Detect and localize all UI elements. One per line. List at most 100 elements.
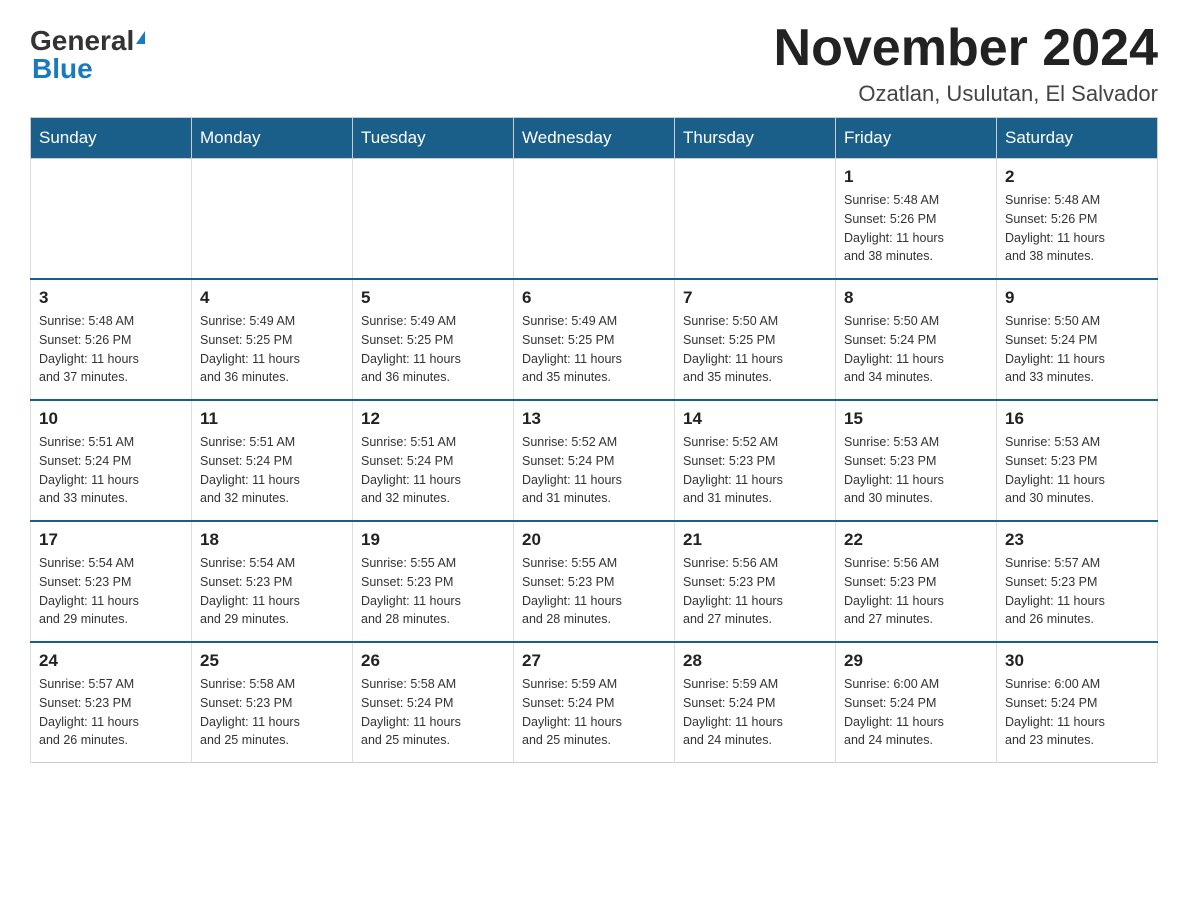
day-info: Sunrise: 5:49 AMSunset: 5:25 PMDaylight:…: [522, 312, 666, 387]
calendar-cell: 21Sunrise: 5:56 AMSunset: 5:23 PMDayligh…: [675, 521, 836, 642]
weekday-header-monday: Monday: [192, 118, 353, 159]
calendar-week-5: 24Sunrise: 5:57 AMSunset: 5:23 PMDayligh…: [31, 642, 1158, 763]
calendar-cell: 10 Sunrise: 5:51 AMSunset: 5:24 PMDayligh…: [31, 400, 192, 521]
calendar-cell: 16Sunrise: 5:53 AMSunset: 5:23 PMDayligh…: [997, 400, 1158, 521]
day-number: 23: [1005, 530, 1149, 550]
calendar-cell: [514, 159, 675, 280]
day-number: 27: [522, 651, 666, 671]
day-info: Sunrise: 5:51 AMSunset: 5:24 PMDaylight:…: [39, 433, 183, 508]
day-number: 2: [1005, 167, 1149, 187]
day-number: 9: [1005, 288, 1149, 308]
calendar-cell: 15Sunrise: 5:53 AMSunset: 5:23 PMDayligh…: [836, 400, 997, 521]
calendar-cell: 7Sunrise: 5:50 AMSunset: 5:25 PMDaylight…: [675, 279, 836, 400]
calendar-header: SundayMondayTuesdayWednesdayThursdayFrid…: [31, 118, 1158, 159]
calendar-cell: 22 Sunrise: 5:56 AMSunset: 5:23 PMDayligh…: [836, 521, 997, 642]
day-info: Sunrise: 5:49 AMSunset: 5:25 PMDaylight:…: [200, 312, 344, 387]
day-info: Sunrise: 5:54 AMSunset: 5:23 PMDaylight:…: [200, 554, 344, 629]
day-info: Sunrise: 5:51 AMSunset: 5:24 PMDaylight:…: [200, 433, 344, 508]
day-number: 14: [683, 409, 827, 429]
day-info: Sunrise: 6:00 AMSunset: 5:24 PMDaylight:…: [844, 675, 988, 750]
day-number: 21: [683, 530, 827, 550]
day-info: Sunrise: 5:52 AMSunset: 5:24 PMDaylight:…: [522, 433, 666, 508]
calendar-cell: 6 Sunrise: 5:49 AMSunset: 5:25 PMDaylight…: [514, 279, 675, 400]
page-header: General Blue November 2024 Ozatlan, Usul…: [30, 20, 1158, 107]
day-number: 30: [1005, 651, 1149, 671]
calendar-cell: [353, 159, 514, 280]
calendar-cell: 20 Sunrise: 5:55 AMSunset: 5:23 PMDayligh…: [514, 521, 675, 642]
calendar-cell: 30 Sunrise: 6:00 AMSunset: 5:24 PMDayligh…: [997, 642, 1158, 763]
calendar-cell: 11 Sunrise: 5:51 AMSunset: 5:24 PMDayligh…: [192, 400, 353, 521]
day-info: Sunrise: 5:55 AMSunset: 5:23 PMDaylight:…: [522, 554, 666, 629]
calendar-cell: 24Sunrise: 5:57 AMSunset: 5:23 PMDayligh…: [31, 642, 192, 763]
weekday-header-friday: Friday: [836, 118, 997, 159]
day-number: 22: [844, 530, 988, 550]
calendar-cell: [31, 159, 192, 280]
calendar-cell: 9Sunrise: 5:50 AMSunset: 5:24 PMDaylight…: [997, 279, 1158, 400]
calendar-cell: 18 Sunrise: 5:54 AMSunset: 5:23 PMDayligh…: [192, 521, 353, 642]
day-number: 28: [683, 651, 827, 671]
day-info: Sunrise: 5:56 AMSunset: 5:23 PMDaylight:…: [844, 554, 988, 629]
calendar-week-4: 17Sunrise: 5:54 AMSunset: 5:23 PMDayligh…: [31, 521, 1158, 642]
calendar-week-2: 3Sunrise: 5:48 AMSunset: 5:26 PMDaylight…: [31, 279, 1158, 400]
day-number: 1: [844, 167, 988, 187]
weekday-header-sunday: Sunday: [31, 118, 192, 159]
calendar-cell: 17Sunrise: 5:54 AMSunset: 5:23 PMDayligh…: [31, 521, 192, 642]
day-number: 8: [844, 288, 988, 308]
calendar-cell: [675, 159, 836, 280]
day-info: Sunrise: 5:50 AMSunset: 5:24 PMDaylight:…: [844, 312, 988, 387]
day-info: Sunrise: 5:57 AMSunset: 5:23 PMDaylight:…: [39, 675, 183, 750]
day-info: Sunrise: 5:59 AMSunset: 5:24 PMDaylight:…: [683, 675, 827, 750]
weekday-header-thursday: Thursday: [675, 118, 836, 159]
day-number: 11: [200, 409, 344, 429]
day-number: 5: [361, 288, 505, 308]
day-number: 25: [200, 651, 344, 671]
calendar-cell: 26 Sunrise: 5:58 AMSunset: 5:24 PMDayligh…: [353, 642, 514, 763]
day-info: Sunrise: 6:00 AMSunset: 5:24 PMDaylight:…: [1005, 675, 1149, 750]
calendar-body: 1 Sunrise: 5:48 AMSunset: 5:26 PMDaylight…: [31, 159, 1158, 763]
calendar-cell: 19Sunrise: 5:55 AMSunset: 5:23 PMDayligh…: [353, 521, 514, 642]
day-number: 18: [200, 530, 344, 550]
weekday-header-wednesday: Wednesday: [514, 118, 675, 159]
day-number: 6: [522, 288, 666, 308]
day-number: 12: [361, 409, 505, 429]
day-number: 4: [200, 288, 344, 308]
calendar-cell: 5 Sunrise: 5:49 AMSunset: 5:25 PMDaylight…: [353, 279, 514, 400]
calendar-cell: 29 Sunrise: 6:00 AMSunset: 5:24 PMDayligh…: [836, 642, 997, 763]
month-title: November 2024: [774, 20, 1158, 77]
day-info: Sunrise: 5:49 AMSunset: 5:25 PMDaylight:…: [361, 312, 505, 387]
calendar-table: SundayMondayTuesdayWednesdayThursdayFrid…: [30, 117, 1158, 763]
calendar-cell: [192, 159, 353, 280]
logo: General Blue: [30, 20, 145, 85]
weekday-header-row: SundayMondayTuesdayWednesdayThursdayFrid…: [31, 118, 1158, 159]
calendar-cell: 3Sunrise: 5:48 AMSunset: 5:26 PMDaylight…: [31, 279, 192, 400]
day-number: 26: [361, 651, 505, 671]
day-info: Sunrise: 5:58 AMSunset: 5:24 PMDaylight:…: [361, 675, 505, 750]
day-number: 20: [522, 530, 666, 550]
calendar-cell: 4 Sunrise: 5:49 AMSunset: 5:25 PMDaylight…: [192, 279, 353, 400]
day-number: 19: [361, 530, 505, 550]
day-number: 7: [683, 288, 827, 308]
day-info: Sunrise: 5:52 AMSunset: 5:23 PMDaylight:…: [683, 433, 827, 508]
calendar-cell: 14 Sunrise: 5:52 AMSunset: 5:23 PMDayligh…: [675, 400, 836, 521]
day-info: Sunrise: 5:57 AMSunset: 5:23 PMDaylight:…: [1005, 554, 1149, 629]
day-info: Sunrise: 5:59 AMSunset: 5:24 PMDaylight:…: [522, 675, 666, 750]
location-title: Ozatlan, Usulutan, El Salvador: [774, 81, 1158, 107]
day-info: Sunrise: 5:51 AMSunset: 5:24 PMDaylight:…: [361, 433, 505, 508]
day-info: Sunrise: 5:48 AMSunset: 5:26 PMDaylight:…: [844, 191, 988, 266]
calendar-cell: 28 Sunrise: 5:59 AMSunset: 5:24 PMDayligh…: [675, 642, 836, 763]
day-number: 16: [1005, 409, 1149, 429]
weekday-header-saturday: Saturday: [997, 118, 1158, 159]
calendar-week-3: 10 Sunrise: 5:51 AMSunset: 5:24 PMDayligh…: [31, 400, 1158, 521]
calendar-cell: 2Sunrise: 5:48 AMSunset: 5:26 PMDaylight…: [997, 159, 1158, 280]
calendar-cell: 8 Sunrise: 5:50 AMSunset: 5:24 PMDaylight…: [836, 279, 997, 400]
day-number: 10: [39, 409, 183, 429]
calendar-cell: 13Sunrise: 5:52 AMSunset: 5:24 PMDayligh…: [514, 400, 675, 521]
title-block: November 2024 Ozatlan, Usulutan, El Salv…: [774, 20, 1158, 107]
day-info: Sunrise: 5:53 AMSunset: 5:23 PMDaylight:…: [844, 433, 988, 508]
calendar-cell: 25Sunrise: 5:58 AMSunset: 5:23 PMDayligh…: [192, 642, 353, 763]
logo-blue-text: Blue: [32, 53, 93, 85]
calendar-cell: 27 Sunrise: 5:59 AMSunset: 5:24 PMDayligh…: [514, 642, 675, 763]
day-number: 29: [844, 651, 988, 671]
day-number: 3: [39, 288, 183, 308]
logo-triangle-icon: [136, 31, 145, 44]
